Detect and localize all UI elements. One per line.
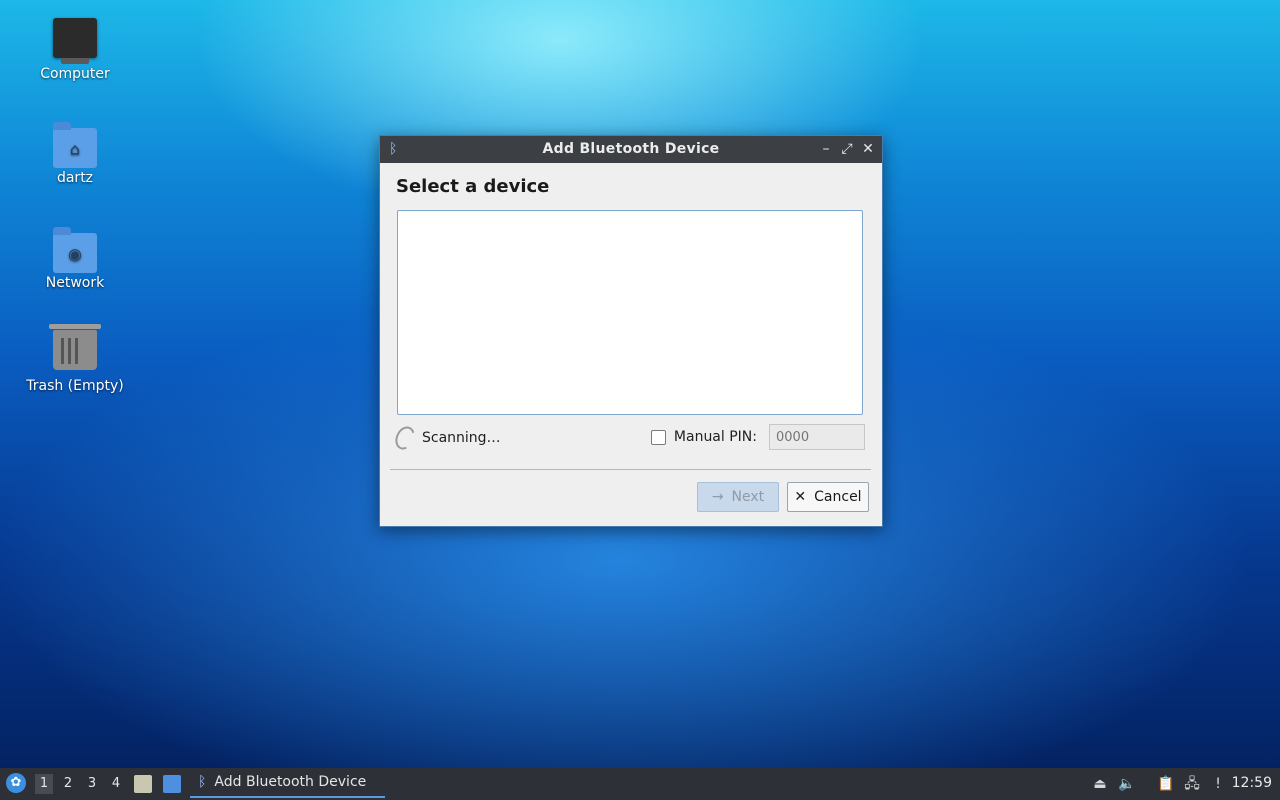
dialog-titlebar[interactable]: ᛒ Add Bluetooth Device – ⤢ ✕ bbox=[380, 136, 882, 163]
desktop-icon-computer[interactable]: Computer bbox=[20, 18, 130, 82]
show-desktop-icon[interactable] bbox=[163, 775, 181, 793]
workspace-2[interactable]: 2 bbox=[59, 774, 77, 794]
manual-pin-input[interactable] bbox=[769, 424, 865, 450]
minimize-button[interactable]: – bbox=[817, 139, 835, 159]
close-button[interactable]: ✕ bbox=[859, 139, 877, 159]
cancel-button-label: Cancel bbox=[814, 489, 862, 505]
cancel-button[interactable]: ✕ Cancel bbox=[787, 482, 869, 512]
add-bluetooth-dialog: ᛒ Add Bluetooth Device – ⤢ ✕ Select a de… bbox=[379, 135, 883, 527]
manual-pin-label: Manual PIN: bbox=[673, 429, 757, 445]
trash-icon bbox=[49, 324, 101, 370]
dialog-title: Add Bluetooth Device bbox=[542, 141, 720, 157]
desktop-icon-network[interactable]: ◉ Network bbox=[20, 227, 130, 291]
eject-icon[interactable]: ⏏ bbox=[1090, 774, 1110, 794]
network-folder-icon: ◉ bbox=[53, 227, 97, 273]
desktop-icon-label: Computer bbox=[40, 66, 110, 82]
next-button-label: Next bbox=[731, 489, 765, 505]
notification-icon[interactable]: ! bbox=[1208, 774, 1228, 794]
app-menu-icon: ✿ bbox=[10, 775, 22, 790]
desktop-icon-home-folder[interactable]: ⌂ dartz bbox=[20, 122, 130, 186]
dialog-heading: Select a device bbox=[396, 176, 550, 197]
scan-status-text: Scanning… bbox=[422, 430, 501, 446]
network-icon[interactable]: 🖧 bbox=[1182, 774, 1202, 794]
manual-pin-checkbox[interactable] bbox=[650, 429, 666, 445]
maximize-icon: ⤢ bbox=[841, 141, 853, 157]
next-button[interactable]: → Next bbox=[697, 482, 779, 512]
desktop-icon-trash[interactable]: Trash (Empty) bbox=[20, 324, 130, 394]
device-list[interactable] bbox=[397, 210, 863, 415]
workspace-1[interactable]: 1 bbox=[35, 774, 53, 794]
clipboard-icon[interactable]: 📋 bbox=[1156, 774, 1176, 794]
dialog-separator bbox=[390, 469, 871, 470]
close-icon: ✕ bbox=[862, 141, 874, 157]
minimize-icon: – bbox=[822, 141, 830, 157]
workspace-3[interactable]: 3 bbox=[83, 774, 101, 794]
maximize-button[interactable]: ⤢ bbox=[838, 139, 856, 159]
close-icon: ✕ bbox=[794, 489, 807, 505]
taskbar-task-add-bluetooth[interactable]: ᛒ Add Bluetooth Device bbox=[190, 768, 385, 798]
desktop-icon-label: Network bbox=[45, 275, 105, 291]
bluetooth-icon: ᛒ bbox=[198, 774, 207, 790]
volume-icon[interactable]: 🔈 bbox=[1117, 774, 1137, 794]
computer-icon bbox=[53, 18, 97, 64]
desktop-icon-label: Trash (Empty) bbox=[26, 378, 124, 394]
scan-status: Scanning… bbox=[391, 423, 501, 453]
spinner-icon bbox=[391, 423, 419, 453]
workspace-4[interactable]: 4 bbox=[107, 774, 125, 794]
home-folder-icon: ⌂ bbox=[53, 122, 97, 168]
start-menu-button[interactable]: ✿ bbox=[6, 773, 26, 793]
manual-pin-row: Manual PIN: bbox=[650, 424, 865, 450]
desktop-icon-label: dartz bbox=[56, 170, 94, 186]
file-manager-launcher-icon[interactable] bbox=[134, 775, 152, 793]
taskbar: ✿ 1 2 3 4 ᛒ Add Bluetooth Device ⏏ 🔈 📋 🖧… bbox=[0, 768, 1280, 800]
arrow-right-icon: → bbox=[711, 489, 724, 505]
clock[interactable]: 12:59 bbox=[1232, 775, 1272, 791]
task-label: Add Bluetooth Device bbox=[214, 774, 367, 790]
